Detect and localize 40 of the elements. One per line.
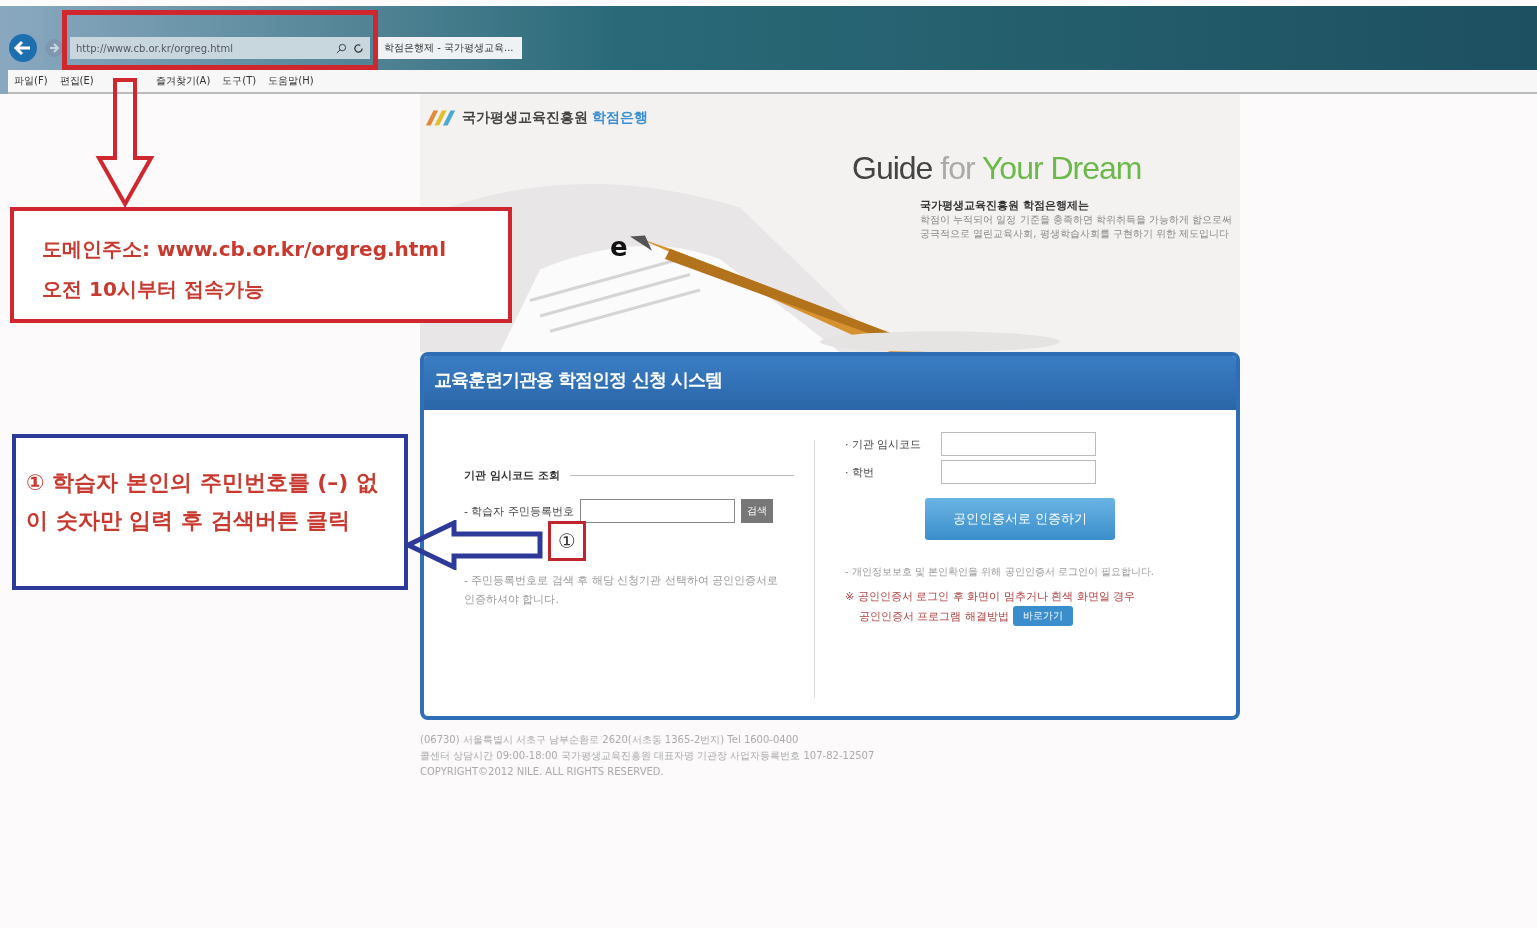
site-logo[interactable]: 국가평생교육진흥원 학점은행 (424, 108, 648, 128)
note-text: - 개인정보보호 및 본인확인을 위해 공인인증서 로그인이 필요합니다. (845, 565, 1156, 579)
logo-text: 국가평생교육진흥원 (462, 109, 588, 127)
footer-text: 콜센터 상담시간 09:00-18:00 국가평생교육진흥원 대표자명 기관장 사업자등록번호 107-82-12507 (420, 749, 876, 763)
warning-text: 공인인증서 프로그램 해결방법 (859, 608, 1009, 624)
stray-letter: e (610, 232, 628, 262)
menu-item[interactable]: 즐겨찾기(A) (155, 74, 211, 88)
search-icon[interactable] (336, 42, 347, 54)
intro-title: 국가평생교육진흥원 학점은행제는 (920, 198, 1090, 213)
input-field[interactable] (579, 499, 735, 523)
menu-item[interactable]: 도구(T) (222, 74, 257, 88)
menu-item[interactable]: 도움말(H) (268, 74, 314, 88)
annotation-text: 도메인주소: www.cb.or.kr/orgreg.html (42, 236, 448, 263)
url-text: http://www.cb.or.kr/orgreg.html (76, 42, 234, 54)
input-field[interactable] (941, 432, 1096, 456)
field-label: - 학습자 주민등록번호 (464, 503, 574, 519)
footer-text: (06730) 서울특별시 서초구 남부순환로 2620(서초동 1365-2번지) Tel 1600-0400 (420, 733, 800, 747)
refresh-icon[interactable] (353, 42, 364, 54)
step-marker: ① (548, 521, 586, 561)
annotation-text: ① 학습자 본인의 주민번호를 (–) 없이 숫자만 입력 후 검색버튼 클릭 (26, 469, 380, 535)
input-field[interactable] (941, 460, 1096, 484)
footer-text: COPYRIGHT©2012 NILE. ALL RIGHTS RESERVED. (420, 765, 665, 779)
slogan: Guide for Your Dream (852, 150, 1142, 187)
section-title: 기관 임시코드 조회 (464, 468, 560, 483)
field-label: · 학번 (845, 464, 875, 480)
panel-title: 교육훈련기관용 학점인정 신청 시스템 (424, 356, 1236, 410)
menu-item[interactable]: 파일(F) (14, 74, 48, 88)
menu-item[interactable]: 편집(E) (59, 74, 94, 88)
note-text: - 주민등록번호로 검색 후 해당 신청기관 선택하여 공인인증서로 인증하셔야 합니다. (464, 573, 780, 608)
browser-tab[interactable]: 학점은행제 - 국가평생교육... (376, 37, 522, 59)
field-label: · 기관 임시코드 (845, 436, 923, 452)
shortcut-button[interactable]: 바로가기 (1013, 606, 1073, 626)
annotation-text: 오전 10시부터 접속가능 (42, 276, 265, 303)
logo-accent-text: 학점은행 (592, 109, 648, 127)
search-button[interactable]: 검색 (740, 499, 773, 523)
stripes-icon (424, 108, 458, 128)
warning-text: ※ 공인인증서 로그인 후 화면이 멈추거나 흰색 화면일 경우 (845, 589, 1137, 604)
address-bar[interactable]: http://www.cb.or.kr/orgreg.html (70, 37, 370, 59)
intro-line: 궁극적으로 열린교육사회, 평생학습사회를 구현하기 위한 제도입니다 (920, 227, 1231, 241)
intro-line: 학점이 누적되어 일정 기준을 충족하면 학위취득을 가능하게 함으로써 (920, 213, 1233, 227)
